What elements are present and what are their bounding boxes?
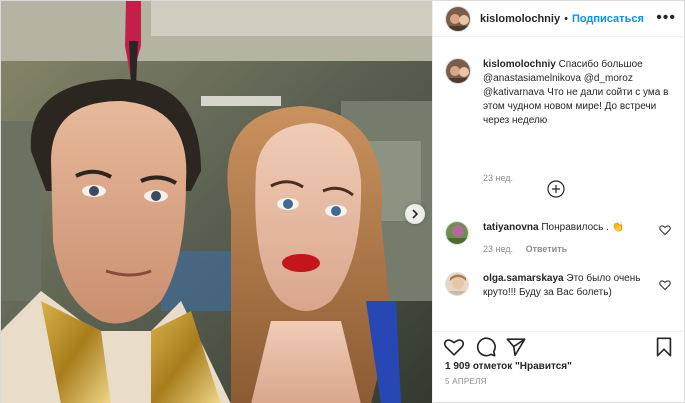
caption-time[interactable]: 23 нед. [483, 173, 513, 183]
author-avatar[interactable] [445, 5, 471, 32]
heart-icon[interactable] [443, 336, 465, 358]
post-header: kislomolochniy • Подписаться ••• [433, 1, 685, 37]
comments-list[interactable]: kislomolochniy Спасибо большое @anastasi… [433, 38, 685, 331]
post-photo[interactable] [1, 1, 432, 403]
comment-like-heart-icon[interactable] [659, 224, 671, 236]
separator-dot: • [564, 12, 568, 25]
comment-meta: 23 нед. Ответить [483, 244, 577, 254]
likes-label: отметок "Нравится" [472, 361, 572, 372]
caption-mention-1[interactable]: @anastasiamelnikova [483, 73, 581, 84]
comment-username[interactable]: olga.samarskaya [483, 273, 564, 284]
caption-text: kislomolochniy Спасибо большое @anastasi… [483, 58, 679, 128]
post-dialog: kislomolochniy • Подписаться ••• kislomo… [0, 0, 685, 403]
selfie-image [1, 1, 432, 403]
caption-text-1: Спасибо большое [558, 59, 643, 70]
author-username[interactable]: kislomolochniy [480, 13, 560, 25]
comment-time[interactable]: 23 нед. [483, 244, 513, 254]
next-photo-button[interactable] [405, 204, 425, 224]
comment-icon[interactable] [475, 336, 497, 358]
reply-button[interactable]: Ответить [526, 244, 568, 254]
clap-emoji: 👏 [611, 222, 625, 233]
post-date[interactable]: 5 АПРЕЛЯ [445, 377, 487, 386]
more-options-icon[interactable]: ••• [656, 9, 676, 27]
comment-text: tatiyanovna Понравилось . 👏 [483, 221, 653, 235]
likes-number: 1 909 [445, 361, 471, 372]
likes-count[interactable]: 1 909 отметок "Нравится" [445, 361, 572, 372]
comment-avatar[interactable] [445, 272, 469, 296]
comment-text: olga.samarskaya Это было очень круто!!! … [483, 272, 653, 300]
caption-mention-2[interactable]: @d_moroz [584, 73, 633, 84]
comment-body: Понравилось . [541, 222, 609, 233]
comment-username[interactable]: tatiyanovna [483, 222, 539, 233]
follow-button[interactable]: Подписаться [572, 13, 644, 25]
post-actions: 1 909 отметок "Нравится" 5 АПРЕЛЯ [433, 331, 685, 403]
comment-like-heart-icon[interactable] [659, 279, 671, 291]
chevron-right-icon [412, 209, 419, 219]
caption-mention-3[interactable]: @kativarnava [483, 87, 544, 98]
paper-plane-icon[interactable] [505, 336, 527, 358]
caption-avatar[interactable] [445, 58, 471, 84]
caption-username[interactable]: kislomolochniy [483, 59, 556, 70]
comment-avatar[interactable] [445, 221, 469, 245]
post-side-panel: kislomolochniy • Подписаться ••• kislomo… [432, 1, 685, 403]
load-more-comments-icon[interactable] [547, 180, 565, 198]
bookmark-icon[interactable] [653, 336, 675, 358]
